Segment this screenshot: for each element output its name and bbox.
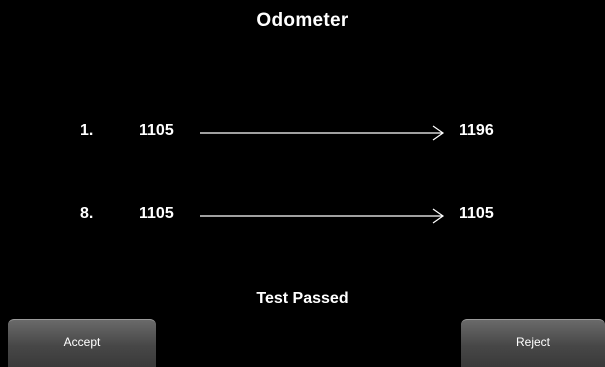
reject-button[interactable]: Reject — [461, 319, 605, 367]
right-arrow-icon — [200, 208, 445, 224]
row-from-value: 1105 — [139, 205, 174, 222]
row-from-value: 1105 — [139, 122, 174, 139]
row-index: 8. — [80, 205, 94, 222]
row-to-value: 1196 — [459, 122, 494, 139]
page-title: Odometer — [256, 10, 349, 31]
odometer-row: 1. 1105 1196 — [0, 116, 605, 146]
test-status-text: Test Passed — [256, 290, 349, 307]
row-to-value: 1105 — [459, 205, 494, 222]
odometer-row: 8. 1105 1105 — [0, 199, 605, 229]
row-index: 1. — [80, 122, 94, 139]
right-arrow-icon — [200, 125, 445, 141]
accept-button[interactable]: Accept — [8, 319, 156, 367]
